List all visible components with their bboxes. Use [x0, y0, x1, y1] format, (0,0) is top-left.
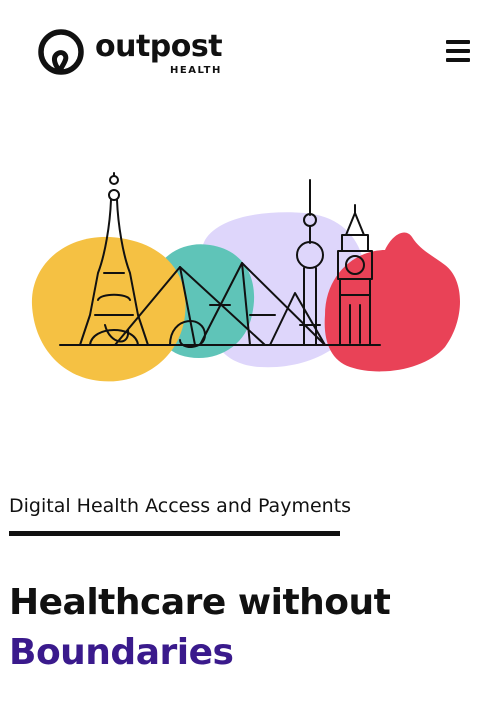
- tagline: Digital Health Access and Payments: [9, 495, 352, 517]
- outpost-health-logo[interactable]: outpost HEALTH: [37, 28, 227, 78]
- site-header: outpost HEALTH: [0, 0, 500, 110]
- hamburger-menu-icon[interactable]: [444, 38, 474, 64]
- page-headline: Healthcare without Boundaries: [9, 578, 489, 678]
- tagline-underline: [9, 531, 340, 536]
- world-landmarks-illustration: [31, 172, 460, 382]
- headline-line-2: Boundaries: [9, 632, 234, 673]
- headline-line-1: Healthcare without: [9, 582, 391, 623]
- logo-subtitle: HEALTH: [170, 65, 222, 76]
- logo-wordmark: outpost: [95, 29, 223, 64]
- logo-mark-icon: [38, 29, 84, 75]
- yellow-blob: [31, 236, 186, 382]
